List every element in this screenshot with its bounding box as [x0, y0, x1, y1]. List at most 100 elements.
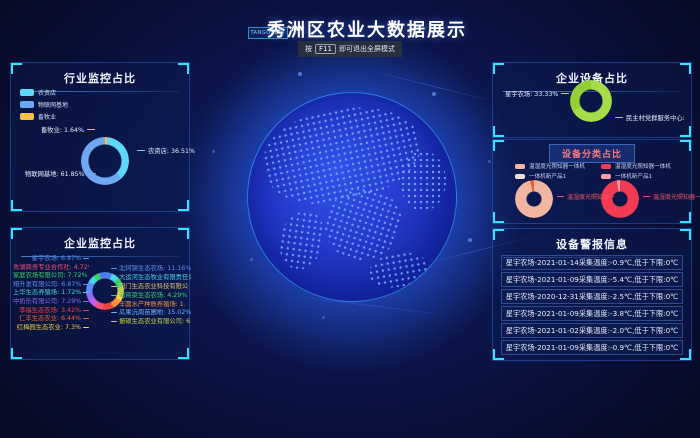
- leader-line: [643, 196, 650, 197]
- label-text: 李福生态农场: 3.42%: [19, 307, 81, 314]
- legend-item[interactable]: 温湿度光照知器一体机: [515, 162, 585, 170]
- legend-swatch: [601, 164, 611, 169]
- leader-line: [83, 284, 89, 285]
- legend-item[interactable]: 物联网基地: [20, 100, 68, 109]
- tooltip-suffix: 即可退出全屏模式: [339, 44, 395, 54]
- leader-line: [111, 312, 117, 313]
- leader-line: [83, 310, 89, 311]
- leader-line: [557, 196, 564, 197]
- industry-callout-livestock: 畜牧业: 1.64%: [41, 125, 95, 134]
- legend-label: 温湿度光照知器一体机: [615, 162, 671, 170]
- leader-line: [111, 295, 117, 296]
- industry-callout-agristore: 农资店: 36.51%: [137, 146, 195, 155]
- label-text: 北珂锦生态农场: 11.16%: [119, 265, 191, 272]
- leader-line: [111, 321, 117, 322]
- leader-line: [137, 150, 145, 151]
- label-text: 甸蒋菜生态农场: 4.29%: [119, 292, 187, 299]
- globe-continent-dots: [400, 151, 446, 211]
- legend-swatch: [601, 174, 611, 179]
- device-category-legend-right: 温湿度光照知器一体机 一体机新产品1: [601, 162, 671, 180]
- label-text: 翔升发有限公司: 6.87%: [13, 281, 81, 288]
- alarm-row: 星宇农场-2021-01-14采集温度:-0.9℃,低于下限:0℃: [501, 255, 683, 270]
- label-text: 阳门生态农业科技有限公: [119, 283, 188, 290]
- enterprise-label: 瓜果沅周苗圃地: 15.02%: [111, 309, 191, 316]
- label-text: 丰圆水产种质养殖场: 1.: [119, 301, 186, 308]
- legend-item[interactable]: 温湿度光照知器一体机: [601, 162, 671, 170]
- legend-item[interactable]: 一体机新产品1: [601, 172, 671, 180]
- legend-item[interactable]: 一体机新产品1: [515, 172, 585, 180]
- enterprise-label: 星宇农场: 6.87%: [32, 255, 89, 262]
- enterprise-labels-left: 星宇农场: 6.87% 秀湖商务专业合作社: 4.72% 家庭农场有限公司: 7…: [13, 255, 89, 331]
- label-text: 秀湖商务专业合作社: 4.72%: [13, 264, 89, 271]
- label-text: 上华生态养殖场: 1.72%: [13, 289, 81, 296]
- device-category-title: 设备分类占比: [549, 144, 635, 163]
- leader-line: [111, 268, 117, 269]
- panel-device-category: 设备分类占比 温湿度光照知器一体机 一体机新产品1 温湿度光照知器一体机: [492, 139, 692, 224]
- legend-swatch: [20, 101, 34, 108]
- device-ratio-callout-right: 民主村党群服务中心:: [615, 113, 685, 122]
- leader-line: [83, 318, 89, 319]
- device-category-donut-left[interactable]: [515, 180, 553, 218]
- label-text: 仁丰生态农业: 6.44%: [19, 315, 81, 322]
- globe: [247, 92, 457, 302]
- enterprise-label: 翔升发有限公司: 6.87%: [13, 281, 89, 288]
- page-title: 秀洲区农业大数据展示: [267, 16, 467, 42]
- callout-text: 农资店: 36.51%: [148, 146, 195, 155]
- panel-title: 行业监控占比: [11, 70, 189, 86]
- leader-line: [83, 258, 89, 259]
- legend-swatch: [515, 164, 525, 169]
- alarm-row: 星宇农场-2020-12-31采集温度:-2.5℃,低于下限:0℃: [501, 289, 683, 304]
- device-category-callout-right: 温湿度光照知器一: [643, 192, 700, 201]
- enterprise-labels-right: 北珂锦生态农场: 11.16% 大运河生态牧业有限责任公 阳门生态农业科技有限公…: [111, 265, 191, 325]
- tooltip-prefix: 按: [305, 44, 312, 54]
- device-category-callout-left: 温湿度光照知器一: [557, 192, 615, 201]
- f11-key-badge: F11: [315, 44, 336, 54]
- device-ratio-donut-chart[interactable]: [570, 80, 612, 122]
- alarm-row: 星宇农场-2021-01-02采集温度:-2.0℃,低于下限:0℃: [501, 323, 683, 338]
- enterprise-label: 家庭农场有限公司: 7.72%: [13, 272, 89, 279]
- enterprise-label: 红梅园生态农业: 7.3%: [17, 324, 89, 331]
- label-text: 振硕生态农业有限公司: 6.87%: [119, 318, 191, 325]
- leader-line: [83, 327, 89, 328]
- enterprise-label: 丰圆水产种质养殖场: 1.: [111, 301, 186, 308]
- panel-industry-monitor: 行业监控占比 农资店 物联网基地 畜牧业 畜牧业: [10, 62, 190, 212]
- label-text: 星宇农场: 6.87%: [32, 255, 81, 262]
- dashboard-root: TANGOBEST 秀洲区农业大数据展示 按 F11 即可退出全屏模式 行业监控…: [0, 0, 700, 438]
- leader-line: [111, 286, 117, 287]
- alarm-list: 星宇农场-2021-01-14采集温度:-0.9℃,低于下限:0℃ 星宇农场-2…: [501, 255, 683, 355]
- leader-line: [615, 117, 623, 118]
- enterprise-label: 振硕生态农业有限公司: 6.87%: [111, 318, 191, 325]
- callout-text: 畜牧业: 1.64%: [41, 125, 84, 134]
- label-text: 中奶乐有限公司: 7.29%: [13, 298, 81, 305]
- enterprise-label: 中奶乐有限公司: 7.29%: [13, 298, 89, 305]
- panel-device-alarms: 设备警报信息 星宇农场-2021-01-14采集温度:-0.9℃,低于下限:0℃…: [492, 228, 692, 361]
- industry-legend: 农资店 物联网基地 畜牧业: [20, 88, 68, 121]
- callout-text: 温湿度光照知器一: [567, 192, 615, 201]
- alarm-row: 星宇农场-2021-01-09采集温度:-3.8℃,低于下限:0℃: [501, 306, 683, 321]
- label-text: 大运河生态牧业有限责任公: [119, 274, 191, 281]
- enterprise-label: 秀湖商务专业合作社: 4.72%: [13, 264, 89, 271]
- legend-label: 温湿度光照知器一体机: [529, 162, 585, 170]
- panel-title: 企业监控占比: [11, 235, 189, 251]
- leader-line: [83, 292, 89, 293]
- label-text: 家庭农场有限公司: 7.72%: [13, 272, 88, 279]
- device-category-legend-left: 温湿度光照知器一体机 一体机新产品1: [515, 162, 585, 180]
- legend-label: 一体机新产品1: [529, 172, 566, 180]
- label-text: 瓜果沅周苗圃地: 15.02%: [119, 309, 191, 316]
- panel-enterprise-monitor: 企业监控占比 星宇农场: 6.87% 秀湖商务专业合作社: 4.72% 家庭农场…: [10, 227, 190, 360]
- legend-swatch: [20, 89, 34, 96]
- legend-item[interactable]: 畜牧业: [20, 112, 68, 121]
- leader-line: [83, 301, 89, 302]
- legend-swatch: [515, 174, 525, 179]
- legend-item[interactable]: 农资店: [20, 88, 68, 97]
- leader-line: [88, 173, 96, 174]
- legend-swatch: [20, 113, 34, 120]
- leader-line: [87, 129, 95, 130]
- device-ratio-callout-left: 星宇农场: 33.33%: [505, 89, 569, 98]
- globe-continent-dots: [276, 208, 326, 271]
- alarm-row: 星宇农场-2021-01-09采集温度:-5.4℃,低于下限:0℃: [501, 272, 683, 287]
- leader-line: [111, 304, 117, 305]
- callout-text: 民主村党群服务中心:: [626, 113, 685, 122]
- enterprise-label: 李福生态农场: 3.42%: [19, 307, 89, 314]
- leader-line: [561, 93, 569, 94]
